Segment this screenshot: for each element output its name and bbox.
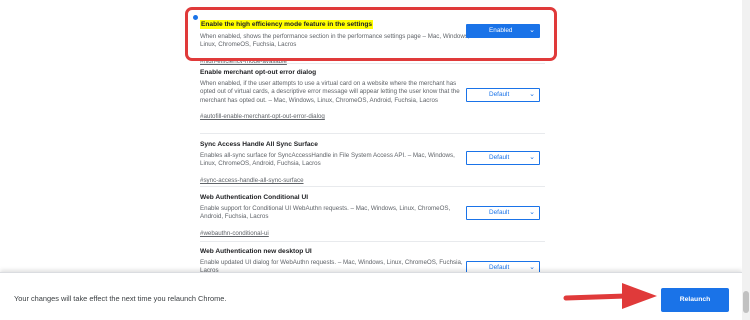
chevron-down-icon: ⌄: [529, 209, 535, 216]
flag-select-value: Default: [489, 154, 510, 161]
divider: [200, 186, 545, 187]
relaunch-message: Your changes will take effect the next t…: [14, 294, 227, 303]
flag-link[interactable]: #autofill-enable-merchant-opt-out-error-…: [200, 112, 325, 121]
chevron-down-icon: ⌄: [529, 91, 535, 98]
flag-select-value: Default: [489, 264, 510, 271]
divider: [200, 241, 545, 242]
flag-select[interactable]: Default ⌄: [466, 151, 540, 165]
flag-merchant-opt-out: Enable merchant opt-out error dialog Whe…: [200, 68, 545, 123]
relaunch-button[interactable]: Relaunch: [661, 288, 729, 312]
red-arrow-icon: [563, 283, 657, 309]
annotation-highlight-box: [185, 7, 557, 61]
flag-link[interactable]: #sync-access-handle-all-sync-surface: [200, 176, 304, 185]
flag-description: Enable support for Conditional UI WebAut…: [200, 205, 451, 221]
flag-link[interactable]: #webauthn-conditional-ui: [200, 229, 269, 238]
flag-select-value: Default: [489, 91, 510, 98]
flag-webauthn-conditional-ui: Web Authentication Conditional UI Enable…: [200, 193, 545, 240]
chevron-down-icon: ⌄: [529, 264, 535, 271]
divider: [200, 63, 545, 64]
flag-description: Enable updated UI dialog for WebAuthn re…: [200, 259, 463, 272]
chevron-down-icon: ⌄: [529, 154, 535, 161]
flag-select[interactable]: Default ⌄: [466, 88, 540, 102]
scrollbar-thumb[interactable]: [743, 291, 749, 313]
flag-description: Enables all-sync surface for SyncAccessH…: [200, 152, 455, 168]
flag-sync-access-handle: Sync Access Handle All Sync Surface Enab…: [200, 140, 545, 187]
flag-title: Web Authentication new desktop UI: [200, 248, 312, 255]
flag-title: Enable merchant opt-out error dialog: [200, 69, 317, 76]
flag-select[interactable]: Default ⌄: [466, 206, 540, 220]
flag-title: Web Authentication Conditional UI: [200, 194, 309, 201]
scrollbar[interactable]: [742, 0, 750, 320]
flag-title: Sync Access Handle All Sync Surface: [200, 141, 318, 148]
divider: [200, 133, 545, 134]
flag-select-value: Default: [489, 209, 510, 216]
flags-page: Enable the high efficiency mode feature …: [0, 0, 750, 272]
flag-description: When enabled, if the user attempts to us…: [200, 80, 460, 104]
flag-webauthn-new-desktop-ui: Web Authentication new desktop UI Enable…: [200, 247, 545, 272]
flag-select[interactable]: Default ⌄: [466, 261, 540, 272]
